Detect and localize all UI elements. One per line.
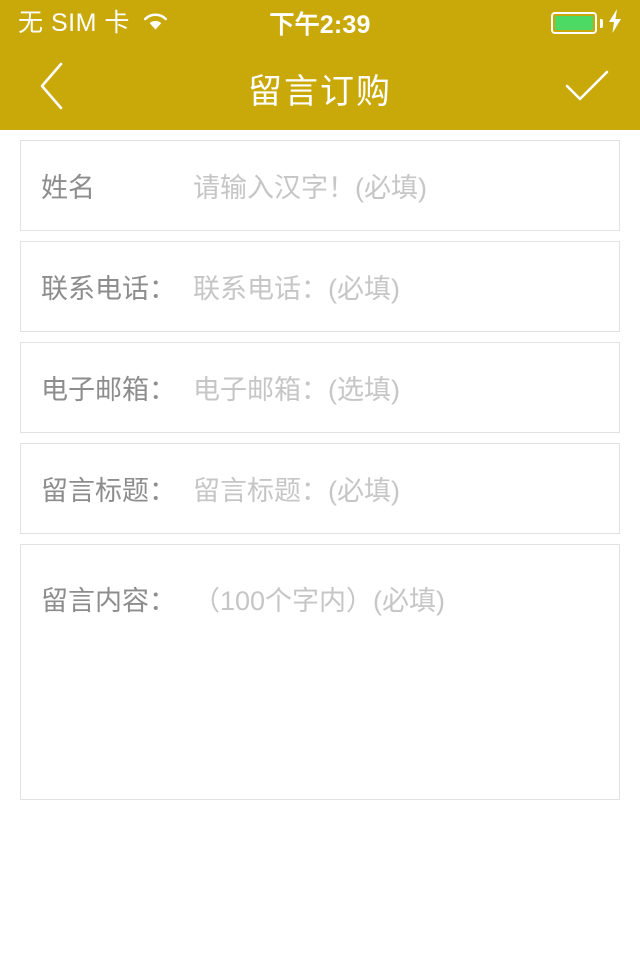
- battery-cap-icon: [600, 18, 603, 28]
- order-message-form: 姓名 请输入汉字！(必填) 联系电话： 联系电话：(必填) 电子邮箱： 电子邮箱…: [0, 130, 640, 800]
- navigation-bar: 留言订购: [0, 46, 640, 130]
- confirm-button[interactable]: [560, 61, 614, 115]
- field-row-message-content[interactable]: 留言内容： （100个字内）(必填): [20, 544, 620, 800]
- message-content-input[interactable]: （100个字内）(必填): [193, 579, 445, 618]
- message-title-input[interactable]: 留言标题：(必填): [193, 469, 400, 508]
- wifi-icon: [142, 9, 169, 38]
- status-bar-left: 无 SIM 卡: [18, 9, 169, 38]
- page-title: 留言订购: [248, 72, 392, 111]
- field-row-message-title[interactable]: 留言标题： 留言标题：(必填): [20, 443, 620, 534]
- field-row-contact-phone[interactable]: 联系电话： 联系电话：(必填): [20, 241, 620, 332]
- status-bar-right: [551, 8, 622, 38]
- battery-full-icon: [551, 12, 597, 34]
- field-label-message-title: 留言标题：: [41, 476, 176, 506]
- chevron-left-icon: [35, 61, 71, 116]
- contact-phone-input[interactable]: 联系电话：(必填): [193, 267, 400, 306]
- checkmark-icon: [564, 68, 610, 109]
- carrier-label: 无 SIM 卡: [18, 8, 130, 37]
- full-name-input[interactable]: 请输入汉字！(必填): [193, 166, 427, 205]
- email-input[interactable]: 电子邮箱：(选填): [193, 368, 400, 407]
- back-button[interactable]: [26, 61, 80, 115]
- field-row-full-name[interactable]: 姓名 请输入汉字！(必填): [20, 140, 620, 231]
- status-bar: 无 SIM 卡 下午2:39: [0, 0, 640, 46]
- field-label-message-content: 留言内容：: [41, 586, 176, 616]
- field-label-full-name: 姓名: [41, 173, 95, 203]
- field-label-contact-phone: 联系电话：: [41, 274, 176, 304]
- field-row-email[interactable]: 电子邮箱： 电子邮箱：(选填): [20, 342, 620, 433]
- field-label-email: 电子邮箱：: [41, 375, 176, 405]
- lightning-bolt-icon: [608, 8, 622, 38]
